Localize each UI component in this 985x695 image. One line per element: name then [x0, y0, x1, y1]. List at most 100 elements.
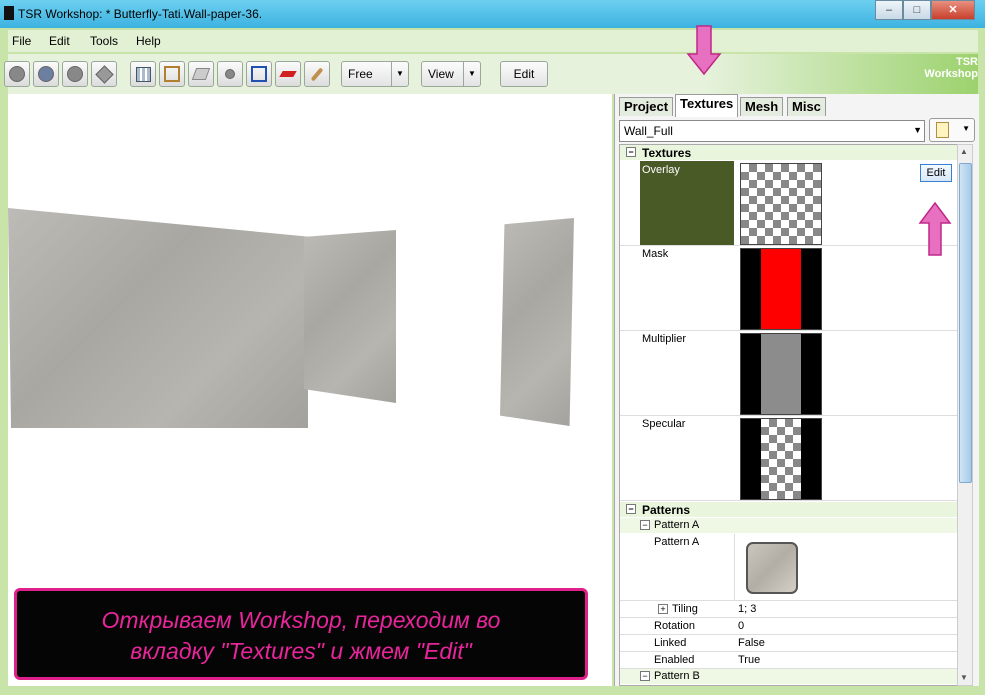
- tab-project[interactable]: Project: [619, 97, 674, 116]
- mask-texture-preview[interactable]: [740, 248, 822, 330]
- linked-label: Linked: [654, 637, 687, 649]
- patterns-section-header[interactable]: − Patterns: [620, 502, 958, 517]
- material-selector-value: Wall_Full: [624, 124, 673, 138]
- menu-edit[interactable]: Edit: [49, 34, 70, 48]
- specular-texture-preview[interactable]: [740, 418, 822, 500]
- bone-icon: [310, 66, 324, 82]
- toolbar-edit-button[interactable]: Edit: [500, 61, 548, 87]
- sphere-icon: [9, 66, 25, 82]
- app-icon: [4, 6, 14, 20]
- mode-dropdown[interactable]: Free ▼: [341, 61, 409, 87]
- overlay-label: Overlay: [642, 164, 680, 176]
- title-bar: TSR Workshop: * Butterfly-Tati.Wall-pape…: [0, 0, 985, 28]
- linked-row[interactable]: Linked False: [620, 635, 958, 652]
- mesh-button[interactable]: [246, 61, 272, 87]
- material-button[interactable]: [275, 61, 301, 87]
- floor-icon: [191, 68, 211, 80]
- pattern-b-group-label: Pattern B: [654, 670, 700, 682]
- rotation-value: 0: [738, 620, 745, 632]
- mesh-icon: [251, 66, 267, 82]
- shade-flat-button[interactable]: [4, 61, 30, 87]
- wall-corner: [304, 230, 396, 403]
- dot-icon: [225, 69, 235, 79]
- enabled-label: Enabled: [654, 654, 695, 666]
- close-button[interactable]: ✕: [931, 0, 975, 20]
- chevron-down-icon: ▼: [913, 125, 922, 135]
- enabled-row[interactable]: Enabled True: [620, 652, 958, 669]
- wall-right: [500, 218, 574, 426]
- scroll-up-icon[interactable]: ▲: [960, 147, 968, 156]
- maximize-button[interactable]: □: [903, 0, 931, 20]
- menu-tools[interactable]: Tools: [90, 34, 118, 48]
- tab-misc[interactable]: Misc: [787, 97, 826, 116]
- multiplier-texture-preview[interactable]: [740, 333, 822, 415]
- linked-value: False: [738, 637, 765, 649]
- bounds-icon: [164, 66, 180, 82]
- overlay-texture-preview[interactable]: [740, 163, 822, 245]
- shade-solid-button[interactable]: [62, 61, 88, 87]
- bone-button[interactable]: [304, 61, 330, 87]
- floor-button[interactable]: [188, 61, 214, 87]
- properties-panel: Project Textures Mesh Misc Wall_Full ▼ ▼…: [614, 94, 979, 686]
- texture-row-specular: Specular: [620, 416, 958, 501]
- shade-wire-button[interactable]: [91, 61, 117, 87]
- textures-section-label: Textures: [642, 146, 692, 160]
- tab-textures[interactable]: Textures: [675, 94, 739, 117]
- grid-button[interactable]: [130, 61, 156, 87]
- chevron-down-icon: ▼: [391, 62, 408, 86]
- view-value: View: [428, 67, 454, 81]
- sphere-icon: [67, 66, 83, 82]
- menu-bar: File Edit Tools Help: [8, 30, 978, 52]
- toolbar: Free ▼ View ▼ Edit TSR Workshop: [4, 54, 978, 94]
- textures-section-header[interactable]: − Textures: [620, 145, 958, 160]
- collapse-icon[interactable]: −: [626, 147, 636, 157]
- pattern-a-swatch[interactable]: [746, 542, 798, 594]
- sphere-icon: [38, 66, 54, 82]
- scrollbar-thumb[interactable]: [959, 163, 972, 483]
- material-selector[interactable]: Wall_Full ▼: [619, 120, 925, 142]
- collapse-icon[interactable]: −: [640, 520, 650, 530]
- new-material-button[interactable]: ▼: [929, 118, 975, 142]
- pattern-a-group-header[interactable]: − Pattern A: [620, 518, 958, 533]
- mode-value: Free: [348, 67, 373, 81]
- texture-row-multiplier: Multiplier: [620, 331, 958, 416]
- menu-help[interactable]: Help: [136, 34, 161, 48]
- specular-label: Specular: [642, 418, 686, 430]
- new-document-icon: [936, 122, 949, 138]
- app-window: TSR Workshop: * Butterfly-Tati.Wall-pape…: [0, 0, 985, 695]
- collapse-icon[interactable]: −: [640, 671, 650, 681]
- property-grid-scrollbar[interactable]: ▲ ▼: [957, 144, 973, 686]
- mask-label: Mask: [642, 248, 669, 260]
- tab-mesh[interactable]: Mesh: [740, 97, 784, 116]
- point-button[interactable]: [217, 61, 243, 87]
- expand-icon[interactable]: +: [658, 604, 668, 614]
- pattern-b-group-header[interactable]: − Pattern B: [620, 669, 958, 684]
- bounds-button[interactable]: [159, 61, 185, 87]
- patterns-section-label: Patterns: [642, 503, 691, 517]
- rotation-row[interactable]: Rotation 0: [620, 618, 958, 635]
- multiplier-label: Multiplier: [642, 333, 687, 345]
- window-title: TSR Workshop: * Butterfly-Tati.Wall-pape…: [18, 7, 263, 21]
- pattern-a-label: Pattern A: [654, 536, 700, 548]
- shade-smooth-button[interactable]: [33, 61, 59, 87]
- chevron-down-icon: ▼: [962, 124, 970, 133]
- view-dropdown[interactable]: View ▼: [421, 61, 481, 87]
- caption-line-2: вкладку "Textures" и жмем "Edit": [130, 638, 472, 664]
- menu-file[interactable]: File: [12, 34, 31, 48]
- material-icon: [279, 71, 297, 77]
- caption-line-1: Открываем Workshop, переходим во: [101, 607, 501, 633]
- pink-arrow-down-icon: [686, 25, 722, 76]
- texture-row-overlay: Overlay Edit: [620, 161, 958, 256]
- collapse-icon[interactable]: −: [626, 504, 636, 514]
- tiling-label: Tiling: [672, 603, 698, 615]
- overlay-edit-button[interactable]: Edit: [920, 164, 952, 182]
- enabled-value: True: [738, 654, 761, 666]
- wall-left: [8, 208, 308, 428]
- chevron-down-icon: ▼: [463, 62, 480, 86]
- minimize-button[interactable]: –: [875, 0, 903, 20]
- tiling-row[interactable]: + Tiling 1; 3: [620, 601, 958, 618]
- rotation-label: Rotation: [654, 620, 695, 632]
- pattern-a-group-label: Pattern A: [654, 519, 700, 531]
- texture-row-mask: Mask: [620, 246, 958, 331]
- scroll-down-icon[interactable]: ▼: [960, 673, 968, 682]
